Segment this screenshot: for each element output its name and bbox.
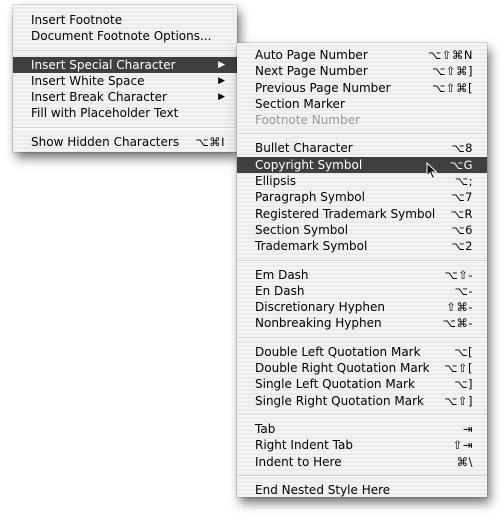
menu-item-insert-break-character[interactable]: Insert Break Character ▶ xyxy=(13,89,237,105)
submenu-item-em-dash[interactable]: Em Dash ⌥⇧- xyxy=(237,267,487,283)
menu-item-label: Insert Break Character xyxy=(31,90,167,105)
menu-item-label: Trademark Symbol xyxy=(255,239,368,254)
menu-item-insert-white-space[interactable]: Insert White Space ▶ xyxy=(13,73,237,89)
menu-item-label: Single Right Quotation Mark xyxy=(255,393,424,408)
keyboard-shortcut: ⇥ xyxy=(462,421,473,436)
menu-item-label: Indent to Here xyxy=(255,454,342,469)
menu-item-label: Footnote Number xyxy=(255,113,360,128)
menu-separator xyxy=(237,128,487,140)
menu-item-label: Section Symbol xyxy=(255,222,349,237)
keyboard-shortcut: ⌥R xyxy=(450,206,473,221)
menu-item-label: Nonbreaking Hyphen xyxy=(255,316,382,331)
keyboard-shortcut: ⌥⇧⌘[ xyxy=(432,80,473,95)
keyboard-shortcut: ⌥G xyxy=(449,157,473,172)
menu-separator xyxy=(237,255,487,267)
submenu-item-section-marker[interactable]: Section Marker xyxy=(237,96,487,112)
submenu-item-double-right-quotation-mark[interactable]: Double Right Quotation Mark ⌥⇧[ xyxy=(237,360,487,376)
keyboard-shortcut: ⌥; xyxy=(454,174,473,189)
submenu-item-paragraph-symbol[interactable]: Paragraph Symbol ⌥7 xyxy=(237,189,487,205)
special-character-submenu: Auto Page Number ⌥⇧⌘N Next Page Number ⌥… xyxy=(237,43,487,497)
keyboard-shortcut: ⇧⌘- xyxy=(446,300,473,315)
submenu-arrow-icon: ▶ xyxy=(218,75,225,86)
menu-item-label: Show Hidden Characters xyxy=(31,134,180,149)
keyboard-shortcut: ⌥⇧⌘] xyxy=(432,64,473,79)
menu-item-label: Double Left Quotation Mark xyxy=(255,344,421,359)
menu-item-label: End Nested Style Here xyxy=(255,482,391,497)
menu-item-fill-placeholder-text[interactable]: Fill with Placeholder Text xyxy=(13,105,237,121)
submenu-item-double-left-quotation-mark[interactable]: Double Left Quotation Mark ⌥[ xyxy=(237,344,487,360)
menu-item-label: Fill with Placeholder Text xyxy=(31,106,179,121)
submenu-item-single-right-quotation-mark[interactable]: Single Right Quotation Mark ⌥⇧] xyxy=(237,393,487,409)
menu-separator xyxy=(237,470,487,482)
submenu-item-right-indent-tab[interactable]: Right Indent Tab ⇧⇥ xyxy=(237,437,487,453)
menu-item-show-hidden-characters[interactable]: Show Hidden Characters ⌥⌘I xyxy=(13,134,237,150)
menu-item-label: En Dash xyxy=(255,283,305,298)
submenu-item-nonbreaking-hyphen[interactable]: Nonbreaking Hyphen ⌥⌘- xyxy=(237,315,487,331)
submenu-item-section-symbol[interactable]: Section Symbol ⌥6 xyxy=(237,222,487,238)
mouse-pointer-icon xyxy=(426,162,438,180)
keyboard-shortcut: ⌥7 xyxy=(451,190,473,205)
menu-item-label: Auto Page Number xyxy=(255,48,368,62)
menu-item-label: Bullet Character xyxy=(255,141,353,156)
menu-item-insert-footnote[interactable]: Insert Footnote xyxy=(13,12,237,28)
menu-item-label: Previous Page Number xyxy=(255,80,391,95)
menu-item-label: Paragraph Symbol xyxy=(255,190,365,205)
submenu-item-single-left-quotation-mark[interactable]: Single Left Quotation Mark ⌥] xyxy=(237,376,487,392)
menu-item-document-footnote-options[interactable]: Document Footnote Options... xyxy=(13,28,237,44)
menu-item-label: Next Page Number xyxy=(255,64,368,79)
submenu-item-auto-page-number[interactable]: Auto Page Number ⌥⇧⌘N xyxy=(237,47,487,63)
menu-item-label: Insert White Space xyxy=(31,73,145,88)
context-menu: Insert Footnote Document Footnote Option… xyxy=(13,5,237,152)
menu-item-label: Discretionary Hyphen xyxy=(255,300,386,315)
submenu-item-next-page-number[interactable]: Next Page Number ⌥⇧⌘] xyxy=(237,63,487,79)
menu-item-label: Insert Special Character xyxy=(31,57,176,72)
menu-item-label: Em Dash xyxy=(255,267,309,282)
submenu-item-copyright-symbol[interactable]: Copyright Symbol ⌥G xyxy=(237,156,487,174)
keyboard-shortcut: ⌥2 xyxy=(451,239,473,254)
keyboard-shortcut: ⌥8 xyxy=(451,141,473,156)
keyboard-shortcut: ⌘\ xyxy=(456,454,473,469)
menu-item-label: Document Footnote Options... xyxy=(31,29,212,44)
submenu-item-bullet-character[interactable]: Bullet Character ⌥8 xyxy=(237,140,487,156)
menu-item-label: Double Right Quotation Mark xyxy=(255,361,430,376)
keyboard-shortcut: ⌥⌘- xyxy=(442,316,473,331)
keyboard-shortcut: ⌥⇧] xyxy=(444,393,473,408)
submenu-item-en-dash[interactable]: En Dash ⌥- xyxy=(237,283,487,299)
submenu-arrow-icon: ▶ xyxy=(218,92,225,103)
submenu-item-previous-page-number[interactable]: Previous Page Number ⌥⇧⌘[ xyxy=(237,80,487,96)
keyboard-shortcut: ⇧⇥ xyxy=(452,438,473,453)
keyboard-shortcut: ⌥⌘I xyxy=(195,134,225,149)
menu-item-label: Ellipsis xyxy=(255,174,297,189)
menu-item-label: Registered Trademark Symbol xyxy=(255,206,436,221)
keyboard-shortcut: ⌥- xyxy=(454,283,473,298)
submenu-item-indent-to-here[interactable]: Indent to Here ⌘\ xyxy=(237,454,487,470)
submenu-item-registered-trademark-symbol[interactable]: Registered Trademark Symbol ⌥R xyxy=(237,206,487,222)
menu-item-label: Copyright Symbol xyxy=(255,157,363,172)
menu-item-label: Single Left Quotation Mark xyxy=(255,377,415,392)
submenu-item-discretionary-hyphen[interactable]: Discretionary Hyphen ⇧⌘- xyxy=(237,299,487,315)
submenu-item-ellipsis[interactable]: Ellipsis ⌥; xyxy=(237,173,487,189)
submenu-item-trademark-symbol[interactable]: Trademark Symbol ⌥2 xyxy=(237,238,487,254)
submenu-arrow-icon: ▶ xyxy=(218,59,225,70)
keyboard-shortcut: ⌥⇧[ xyxy=(444,361,473,376)
menu-separator xyxy=(237,409,487,421)
keyboard-shortcut: ⌥⇧⌘N xyxy=(428,48,473,62)
submenu-item-tab[interactable]: Tab ⇥ xyxy=(237,421,487,437)
menu-item-label: Right Indent Tab xyxy=(255,438,353,453)
keyboard-shortcut: ⌥] xyxy=(454,377,473,392)
menu-item-label: Insert Footnote xyxy=(31,13,123,27)
submenu-item-footnote-number: Footnote Number xyxy=(237,112,487,128)
keyboard-shortcut: ⌥⇧- xyxy=(444,267,473,282)
menu-separator xyxy=(13,122,237,134)
keyboard-shortcut: ⌥[ xyxy=(454,344,473,359)
menu-separator xyxy=(237,332,487,344)
keyboard-shortcut: ⌥6 xyxy=(451,222,473,237)
submenu-item-end-nested-style-here[interactable]: End Nested Style Here xyxy=(237,482,487,498)
menu-item-label: Section Marker xyxy=(255,96,345,111)
menu-item-insert-special-character[interactable]: Insert Special Character ▶ xyxy=(13,56,237,73)
menu-separator xyxy=(13,45,237,57)
menu-item-label: Tab xyxy=(255,421,276,436)
